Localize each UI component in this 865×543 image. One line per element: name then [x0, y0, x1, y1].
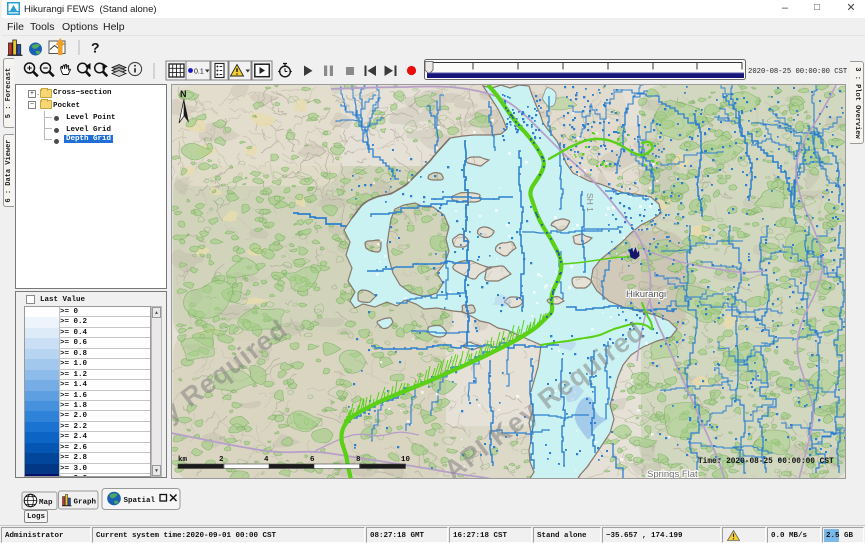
svg-text:km: km	[178, 456, 188, 464]
svg-text:2020-08-25 00:00:00 CST: 2020-08-25 00:00:00 CST	[748, 68, 848, 76]
svg-text:N: N	[180, 89, 187, 99]
svg-text:8: 8	[356, 456, 361, 464]
svg-text:10: 10	[401, 456, 411, 464]
svg-text:Hikurangi: Hikurangi	[626, 289, 666, 300]
svg-text:Spatial: Spatial	[124, 497, 156, 505]
svg-text:4: 4	[264, 456, 269, 464]
svg-text:Map: Map	[39, 499, 53, 507]
svg-text:0.1: 0.1	[194, 69, 204, 76]
svg-text:2: 2	[219, 456, 224, 464]
svg-text:Time: 2020-08-25 00:00:00 CST: Time: 2020-08-25 00:00:00 CST	[698, 458, 834, 466]
svg-text:6: 6	[310, 456, 315, 464]
svg-text:Graph: Graph	[74, 499, 97, 507]
svg-text:?: ?	[91, 40, 100, 56]
svg-text:SH 1: SH 1	[585, 193, 595, 212]
svg-text:Springs Flat: Springs Flat	[647, 469, 698, 479]
